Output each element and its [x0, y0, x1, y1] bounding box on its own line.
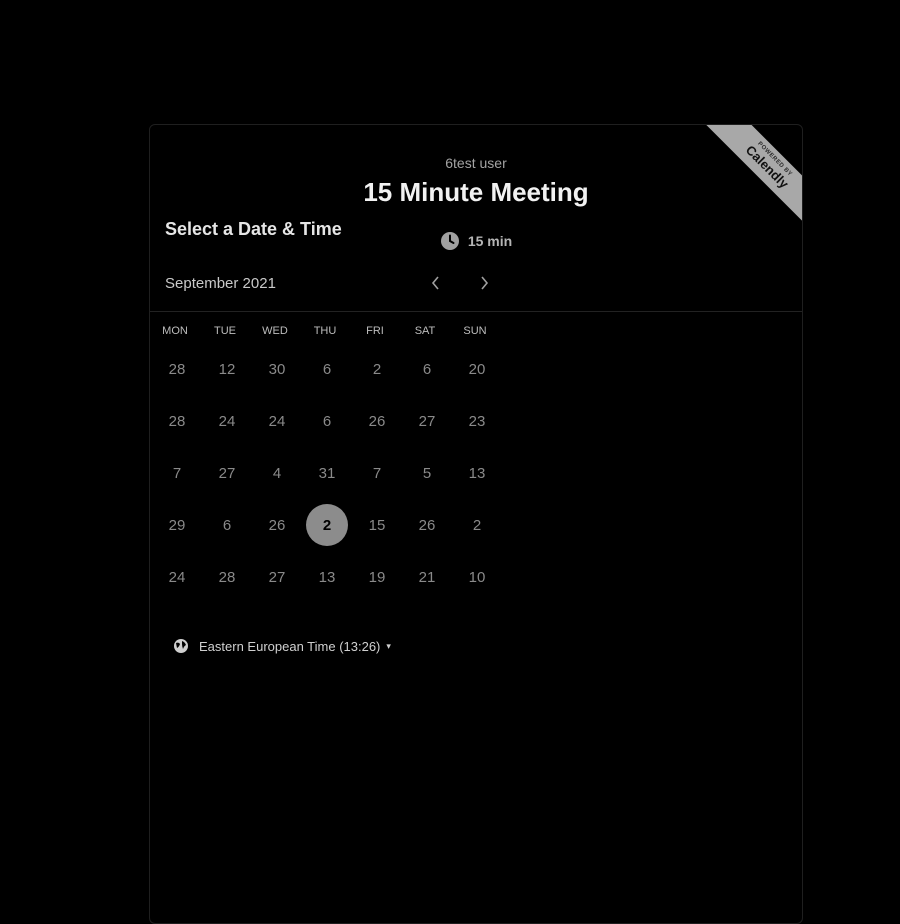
calendar-day: 27 — [218, 464, 236, 482]
calendar-day: 21 — [418, 568, 436, 586]
calendar-day: 13 — [318, 568, 336, 586]
calendar-day: 24 — [218, 412, 236, 430]
weekday-label: SAT — [414, 325, 436, 337]
month-label: September 2021 — [165, 275, 276, 292]
calendar-day: 28 — [168, 360, 186, 378]
calendar-day: 30 — [268, 360, 286, 378]
calendar-day: 6 — [222, 516, 232, 534]
calendar-day: 26 — [418, 516, 436, 534]
calendar-day: 23 — [468, 412, 486, 430]
calendar-day: 28 — [168, 412, 186, 430]
calendar-day: 29 — [168, 516, 186, 534]
calendar-day: 7 — [172, 464, 182, 482]
calendar-day: 27 — [418, 412, 436, 430]
calendar-week: 28 12 30 6 2 6 20 — [152, 348, 504, 400]
month-navigation: September 2021 — [165, 274, 495, 294]
calendar-day: 2 — [472, 516, 482, 534]
calendar-day: 6 — [322, 360, 332, 378]
calendar-day: 24 — [168, 568, 186, 586]
calendar-day: 28 — [218, 568, 236, 586]
calendar-day: 2 — [372, 360, 382, 378]
section-title: Select a Date & Time — [165, 219, 342, 239]
calendar-day-selected[interactable]: 2 — [302, 504, 352, 546]
globe-icon — [174, 639, 188, 653]
calendar-day: 31 — [318, 464, 336, 482]
chevron-left-icon — [431, 276, 439, 290]
calendar-day: 19 — [368, 568, 386, 586]
weekday-label: TUE — [214, 325, 236, 337]
calendar-week: 29 6 26 2 15 26 2 — [152, 504, 504, 556]
calendar-day: 13 — [468, 464, 486, 482]
timezone-selector[interactable]: Eastern European Time (13:26) ▾ — [173, 638, 391, 654]
prev-month-button[interactable] — [423, 270, 449, 296]
calendar-grid: 28 12 30 6 2 6 20 28 24 24 6 26 27 23 7 … — [152, 348, 504, 608]
weekday-label: SUN — [463, 325, 487, 337]
weekday-label: MON — [162, 325, 188, 337]
calendar-day: 15 — [368, 516, 386, 534]
calendar-day: 24 — [268, 412, 286, 430]
weekday-label: WED — [262, 325, 288, 337]
calendar-day: 6 — [422, 360, 432, 378]
calendar-day: 5 — [422, 464, 432, 482]
weekday-label: THU — [313, 325, 337, 337]
calendar-week: 24 28 27 13 19 21 10 — [152, 556, 504, 608]
chevron-right-icon — [481, 276, 489, 290]
calendar-week: 28 24 24 6 26 27 23 — [152, 400, 504, 452]
calendar-day: 6 — [322, 412, 332, 430]
calendar-day: 10 — [468, 568, 486, 586]
next-month-button[interactable] — [471, 270, 497, 296]
duration-label: 15 min — [467, 233, 513, 249]
weekday-label: FRI — [366, 325, 384, 337]
calendar-week: 7 27 4 31 7 5 13 — [152, 452, 504, 504]
calendar-day: 12 — [218, 360, 236, 378]
timezone-label: Eastern European Time (13:26) — [199, 638, 381, 654]
powered-by-calendly-ribbon[interactable]: POWERED BY Calendly — [699, 125, 802, 225]
clock-icon — [440, 232, 459, 250]
calendar-day: 26 — [368, 412, 386, 430]
weekday-header: MON TUE WED THU FRI SAT SUN — [150, 325, 502, 337]
calendar-day: 4 — [272, 464, 282, 482]
caret-down-icon: ▾ — [386, 640, 391, 651]
calendar-day: 26 — [268, 516, 286, 534]
calendar-day: 27 — [268, 568, 286, 586]
calendar-day: 7 — [372, 464, 382, 482]
calendar-day: 20 — [468, 360, 486, 378]
